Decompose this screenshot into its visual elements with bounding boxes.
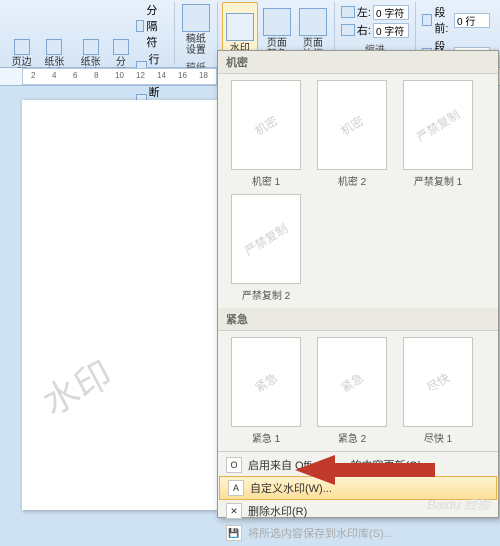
- indent-left-input[interactable]: [373, 5, 409, 20]
- orientation-icon: [46, 39, 62, 55]
- indent-right-label: 右:: [357, 22, 371, 38]
- ruler-scale: 24681012141618: [22, 68, 217, 85]
- indent-right-icon: [341, 24, 355, 36]
- menu-office-update[interactable]: O启用来自 Office.com 的内容更新(O)...: [218, 454, 498, 476]
- menu-custom-watermark[interactable]: A自定义水印(W)...: [219, 476, 497, 500]
- page-setup-small: 分隔符 行号 断字: [134, 2, 170, 116]
- watermark-dropdown: 机密 机密机密 1机密机密 2严禁复制严禁复制 1 严禁复制严禁复制 2 紧急 紧…: [217, 50, 499, 518]
- manuscript-button[interactable]: 稿纸 设置: [179, 2, 213, 58]
- group-page-setup: 页边距 纸张方向 纸张大小 分栏 分隔符 行号 断字 页面设置: [4, 2, 175, 65]
- spacing-before-icon: [422, 14, 432, 26]
- dropdown-menu: O启用来自 Office.com 的内容更新(O)... A自定义水印(W)..…: [218, 451, 498, 546]
- margins-button[interactable]: 页边距: [8, 2, 35, 116]
- size-button[interactable]: 纸张大小: [74, 2, 108, 116]
- columns-icon: [113, 39, 129, 55]
- office-icon: O: [226, 457, 242, 473]
- menu-save-watermark[interactable]: 💾将所选内容保存到水印库(S)...: [218, 522, 498, 544]
- thumb-label: 严禁复制 1: [414, 173, 462, 188]
- spacing-before-input[interactable]: [454, 13, 490, 28]
- spacing-before-row: 段前:: [422, 4, 490, 36]
- gallery-confidential: 机密机密 1机密机密 2严禁复制严禁复制 1 严禁复制严禁复制 2: [218, 74, 498, 308]
- breaks-icon: [136, 20, 145, 32]
- thumb-label: 尽快 1: [424, 430, 452, 445]
- watermark-thumb[interactable]: 机密机密 2: [312, 80, 392, 188]
- save-icon: 💾: [226, 525, 242, 541]
- watermark-thumb[interactable]: 严禁复制严禁复制 2: [226, 194, 306, 302]
- remove-watermark-icon: ✕: [226, 503, 242, 519]
- indent-right-row: 右:: [341, 22, 409, 38]
- group-manuscript: 稿纸 设置 稿纸: [175, 2, 218, 65]
- watermark-thumb[interactable]: 严禁复制严禁复制 1: [398, 80, 478, 188]
- indent-right-input[interactable]: [373, 23, 409, 38]
- thumb-label: 机密 2: [338, 173, 366, 188]
- thumb-label: 紧急 2: [338, 430, 366, 445]
- orientation-button[interactable]: 纸张方向: [37, 2, 71, 116]
- watermark-thumb[interactable]: 紧急紧急 1: [226, 337, 306, 445]
- dropdown-section-urgent: 紧急: [218, 308, 498, 331]
- thumb-label: 机密 1: [252, 173, 280, 188]
- indent-left-row: 左:: [341, 4, 409, 20]
- gallery-urgent: 紧急紧急 1紧急紧急 2尽快尽快 1: [218, 331, 498, 451]
- columns-button[interactable]: 分栏: [110, 2, 132, 116]
- watermark-thumb[interactable]: 机密机密 1: [226, 80, 306, 188]
- watermark-thumb[interactable]: 尽快尽快 1: [398, 337, 478, 445]
- watermark-icon: [226, 13, 254, 41]
- size-icon: [83, 39, 99, 55]
- spacing-before-label: 段前:: [434, 4, 452, 36]
- breaks-button[interactable]: 分隔符: [134, 2, 170, 50]
- watermark-thumb[interactable]: 紧急紧急 2: [312, 337, 392, 445]
- page-color-icon: [263, 8, 291, 36]
- indent-left-icon: [341, 6, 355, 18]
- dropdown-section-confidential: 机密: [218, 51, 498, 74]
- thumb-label: 紧急 1: [252, 430, 280, 445]
- indent-left-label: 左:: [357, 4, 371, 20]
- margins-icon: [14, 39, 30, 55]
- document-page[interactable]: [22, 100, 217, 510]
- page-border-icon: [299, 8, 327, 36]
- thumb-label: 严禁复制 2: [242, 287, 290, 302]
- manuscript-icon: [182, 4, 210, 32]
- custom-watermark-icon: A: [228, 480, 244, 496]
